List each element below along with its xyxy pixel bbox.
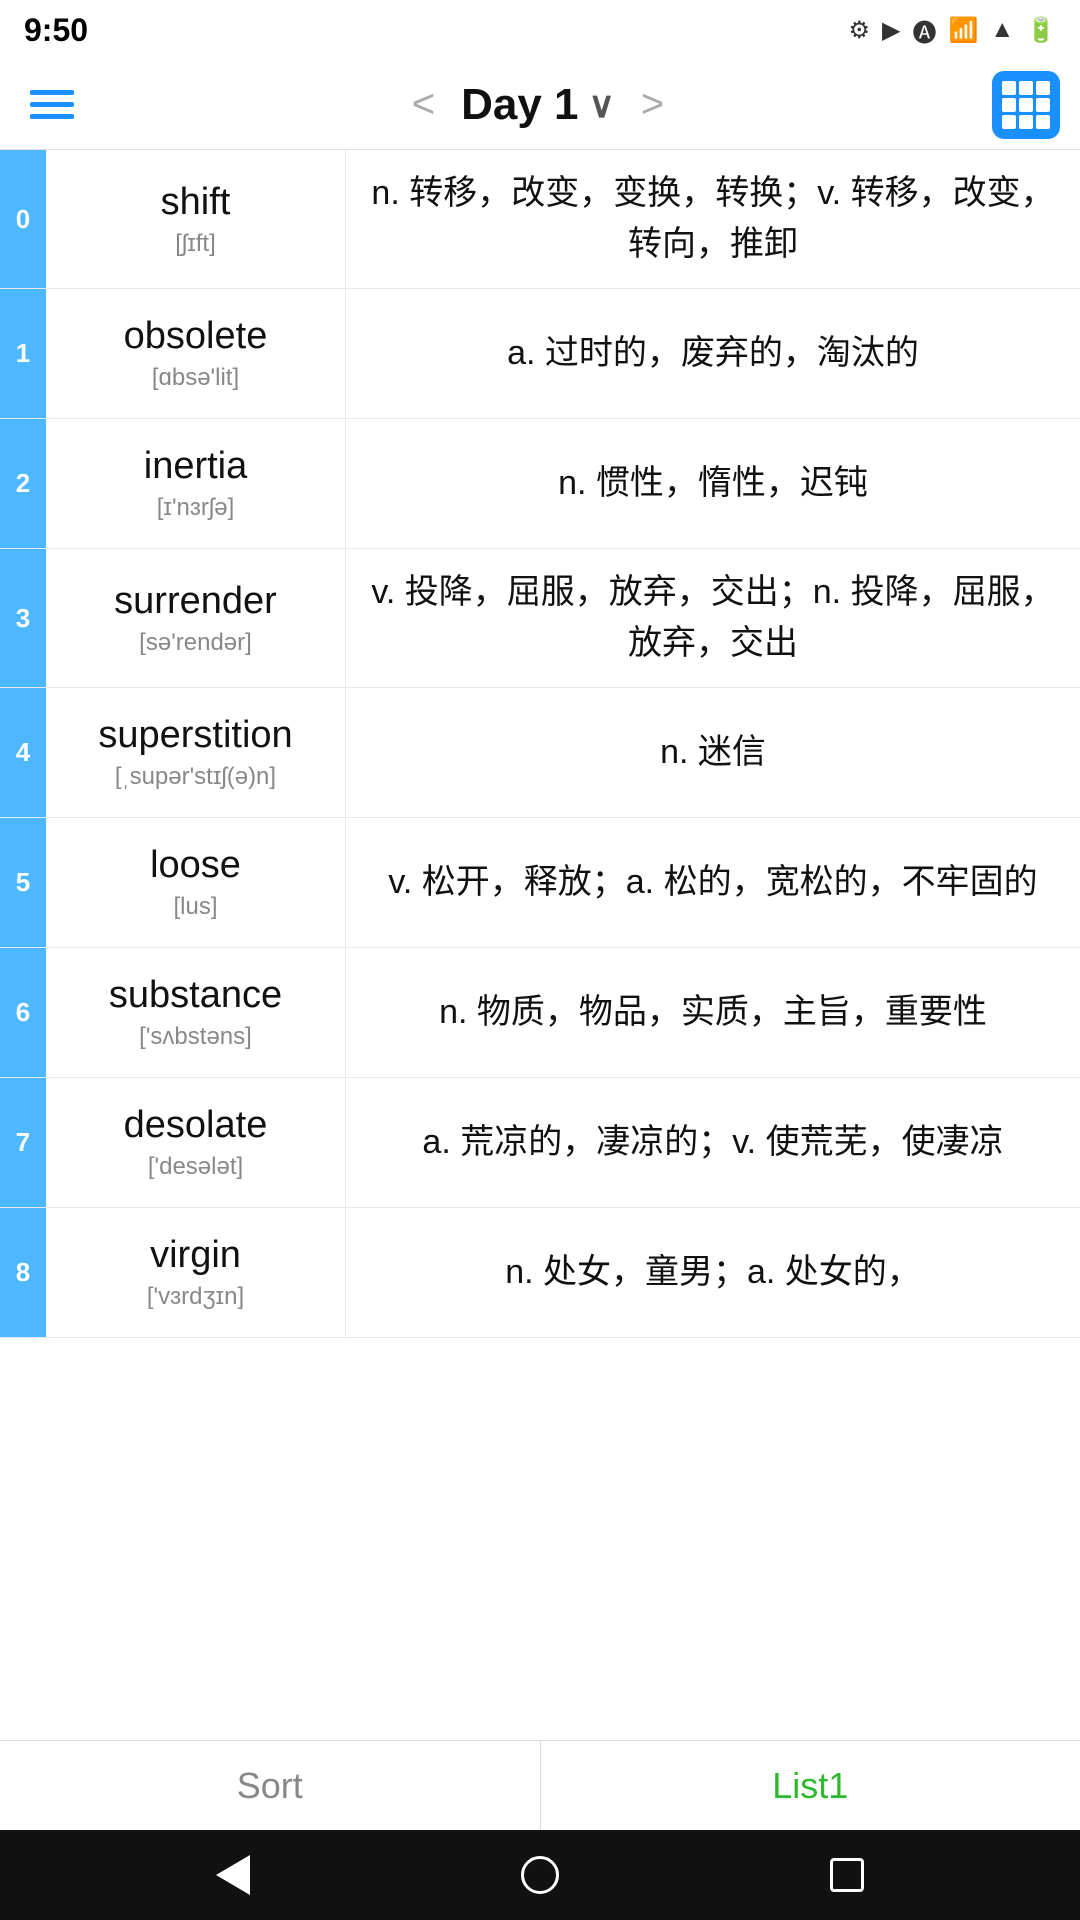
android-nav-bar — [0, 1830, 1080, 1920]
word-english: obsolete — [124, 315, 268, 358]
home-button[interactable] — [521, 1856, 559, 1894]
word-cell: surrender [sə'rendər] — [46, 549, 346, 687]
row-index: 1 — [0, 289, 46, 418]
word-cell: shift [ʃɪft] — [46, 150, 346, 288]
word-phonetic: [ʃɪft] — [175, 230, 216, 258]
word-cell: loose [lus] — [46, 818, 346, 947]
word-definition: n. 迷信 — [346, 688, 1080, 817]
word-english: virgin — [150, 1234, 241, 1277]
table-row[interactable]: 0 shift [ʃɪft] n. 转移，改变，变换，转换；v. 转移，改变，转… — [0, 150, 1080, 289]
word-definition: n. 转移，改变，变换，转换；v. 转移，改变，转向，推卸 — [346, 150, 1080, 288]
play-icon: ▶ — [882, 16, 900, 45]
word-english: shift — [161, 181, 231, 224]
word-phonetic: [ɪ'nɜrʃə] — [157, 494, 234, 522]
word-phonetic: [ˌsupər'stɪʃ(ə)n] — [115, 763, 276, 791]
status-bar: 9:50 ⚙ ▶ 🅐 📶 ▲ 🔋 — [0, 0, 1080, 60]
row-index: 0 — [0, 150, 46, 288]
table-row[interactable]: 3 surrender [sə'rendər] v. 投降，屈服，放弃，交出；n… — [0, 549, 1080, 688]
wifi-icon: 📶 — [948, 16, 978, 45]
word-phonetic: ['desələt] — [148, 1153, 243, 1181]
word-phonetic: ['vɜrdʒɪn] — [147, 1283, 244, 1311]
grid-view-button[interactable] — [992, 71, 1060, 139]
signal-icon: ▲ — [990, 16, 1014, 44]
word-definition: v. 投降，屈服，放弃，交出；n. 投降，屈服，放弃，交出 — [346, 549, 1080, 687]
recents-button[interactable] — [830, 1858, 864, 1892]
settings-icon: ⚙ — [848, 16, 870, 45]
top-nav-bar: < Day 1 ∨ > — [0, 60, 1080, 150]
word-phonetic: [lus] — [173, 893, 217, 921]
status-time: 9:50 — [24, 12, 88, 49]
table-row[interactable]: 6 substance ['sʌbstəns] n. 物质，物品，实质，主旨，重… — [0, 948, 1080, 1078]
word-cell: obsolete [ɑbsə'lit] — [46, 289, 346, 418]
word-english: superstition — [98, 714, 292, 757]
word-english: desolate — [124, 1104, 268, 1147]
word-definition: a. 荒凉的，凄凉的；v. 使荒芜，使凄凉 — [346, 1078, 1080, 1207]
table-row[interactable]: 2 inertia [ɪ'nɜrʃə] n. 惯性，惰性，迟钝 — [0, 419, 1080, 549]
table-row[interactable]: 5 loose [lus] v. 松开，释放；a. 松的，宽松的，不牢固的 — [0, 818, 1080, 948]
word-cell: inertia [ɪ'nɜrʃə] — [46, 419, 346, 548]
chevron-down-icon: ∨ — [589, 84, 615, 126]
word-cell: desolate ['desələt] — [46, 1078, 346, 1207]
word-cell: substance ['sʌbstəns] — [46, 948, 346, 1077]
table-row[interactable]: 1 obsolete [ɑbsə'lit] a. 过时的，废弃的，淘汰的 — [0, 289, 1080, 419]
table-row[interactable]: 7 desolate ['desələt] a. 荒凉的，凄凉的；v. 使荒芜，… — [0, 1078, 1080, 1208]
next-day-button[interactable]: > — [631, 82, 674, 127]
word-definition: a. 过时的，废弃的，淘汰的 — [346, 289, 1080, 418]
row-index: 2 — [0, 419, 46, 548]
word-list: 0 shift [ʃɪft] n. 转移，改变，变换，转换；v. 转移，改变，转… — [0, 150, 1080, 1740]
word-definition: n. 处女，童男；a. 处女的， — [346, 1208, 1080, 1337]
word-definition: n. 惯性，惰性，迟钝 — [346, 419, 1080, 548]
back-button[interactable] — [216, 1855, 250, 1895]
word-phonetic: ['sʌbstəns] — [139, 1023, 252, 1051]
row-index: 5 — [0, 818, 46, 947]
table-row[interactable]: 4 superstition [ˌsupər'stɪʃ(ə)n] n. 迷信 — [0, 688, 1080, 818]
word-english: substance — [109, 974, 282, 1017]
row-index: 7 — [0, 1078, 46, 1207]
word-cell: virgin ['vɜrdʒɪn] — [46, 1208, 346, 1337]
day-title[interactable]: Day 1 ∨ — [461, 80, 615, 130]
tab-sort[interactable]: Sort — [0, 1741, 541, 1830]
word-cell: superstition [ˌsupər'stɪʃ(ə)n] — [46, 688, 346, 817]
menu-button[interactable] — [20, 80, 84, 129]
prev-day-button[interactable]: < — [402, 82, 445, 127]
word-definition: v. 松开，释放；a. 松的，宽松的，不牢固的 — [346, 818, 1080, 947]
bottom-tabs: Sort List1 — [0, 1740, 1080, 1830]
status-icons: ⚙ ▶ 🅐 📶 ▲ 🔋 — [848, 13, 1056, 48]
grid-icon — [1002, 81, 1050, 129]
word-english: surrender — [114, 580, 277, 623]
tab-list1[interactable]: List1 — [541, 1741, 1080, 1830]
battery-icon: 🔋 — [1026, 16, 1056, 45]
text-icon: 🅐 — [912, 13, 936, 48]
table-row[interactable]: 8 virgin ['vɜrdʒɪn] n. 处女，童男；a. 处女的， — [0, 1208, 1080, 1338]
row-index: 8 — [0, 1208, 46, 1337]
row-index: 3 — [0, 549, 46, 687]
row-index: 4 — [0, 688, 46, 817]
word-phonetic: [ɑbsə'lit] — [152, 364, 239, 392]
row-index: 6 — [0, 948, 46, 1077]
word-english: loose — [150, 844, 241, 887]
word-english: inertia — [144, 445, 248, 488]
word-definition: n. 物质，物品，实质，主旨，重要性 — [346, 948, 1080, 1077]
nav-title-area: < Day 1 ∨ > — [402, 80, 675, 130]
word-phonetic: [sə'rendər] — [139, 629, 252, 657]
